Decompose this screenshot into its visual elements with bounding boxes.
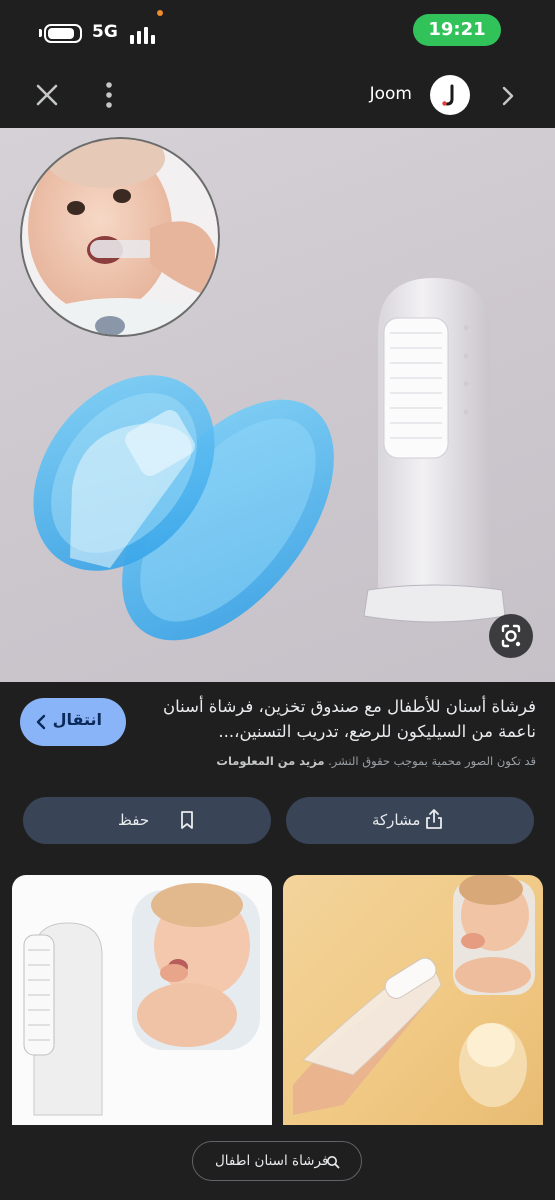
save-label: حفظ bbox=[118, 811, 150, 829]
clear-finger-brush bbox=[363, 278, 506, 623]
chevron-left-icon bbox=[36, 714, 46, 730]
source-site-name[interactable]: Joom bbox=[340, 84, 412, 104]
product-image[interactable] bbox=[0, 128, 555, 682]
save-button[interactable]: حفظ bbox=[23, 797, 271, 844]
share-icon bbox=[426, 809, 442, 829]
joom-logo bbox=[442, 84, 454, 106]
site-logo[interactable] bbox=[430, 75, 470, 115]
related-image-2[interactable] bbox=[283, 875, 543, 1125]
blue-storage-case bbox=[33, 375, 334, 641]
more-vert-icon bbox=[106, 82, 112, 108]
bookmark-icon bbox=[181, 811, 193, 829]
status-bar: 5G 19:21 bbox=[0, 0, 555, 62]
copyright-notice: قد تكون الصور محمية بموجب حقوق النشر. مز… bbox=[136, 754, 536, 768]
search-query-text: فرشاة اسنان اطفال bbox=[215, 1153, 329, 1169]
close-button[interactable] bbox=[32, 80, 62, 110]
result-info: انتقال فرشاة أسنان للأطفال مع صندوق تخزي… bbox=[0, 682, 555, 782]
google-lens-icon bbox=[501, 624, 521, 648]
privacy-dot-icon bbox=[157, 10, 163, 16]
baby-inset-image bbox=[20, 137, 220, 337]
product-photo bbox=[20, 137, 506, 641]
battery-icon bbox=[44, 24, 82, 43]
related-image-2-photo bbox=[293, 875, 535, 1115]
share-label: مشاركة bbox=[372, 811, 421, 829]
copyright-text: قد تكون الصور محمية بموجب حقوق النشر. bbox=[328, 754, 536, 768]
next-result-button[interactable] bbox=[494, 82, 522, 110]
search-icon bbox=[327, 1156, 340, 1169]
visit-button[interactable]: انتقال bbox=[20, 698, 126, 746]
chevron-right-icon bbox=[502, 86, 514, 106]
viewer-top-bar: Joom bbox=[0, 62, 555, 128]
signal-icon bbox=[130, 24, 160, 44]
network-type: 5G bbox=[92, 22, 118, 42]
clock: 19:21 bbox=[413, 14, 501, 46]
google-lens-button[interactable] bbox=[489, 614, 533, 658]
result-title[interactable]: فرشاة أسنان للأطفال مع صندوق تخزين، فرشا… bbox=[142, 694, 536, 744]
visit-label: انتقال bbox=[52, 710, 102, 729]
more-info-link[interactable]: مزيد من المعلومات bbox=[216, 754, 324, 768]
related-image-1[interactable] bbox=[12, 875, 272, 1125]
related-image-1-photo bbox=[23, 883, 260, 1116]
share-button[interactable]: مشاركة bbox=[286, 797, 534, 844]
close-icon bbox=[36, 84, 58, 106]
more-options-button[interactable] bbox=[95, 80, 123, 110]
search-query-chip[interactable]: فرشاة اسنان اطفال bbox=[192, 1141, 362, 1181]
